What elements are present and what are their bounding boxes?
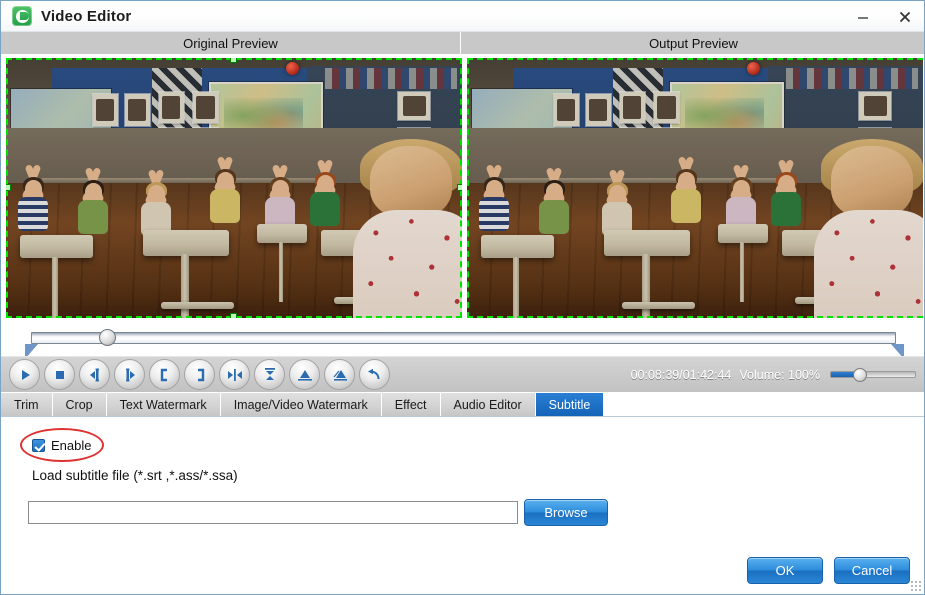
tab-audio-editor[interactable]: Audio Editor (440, 393, 536, 416)
classroom-scene-output (467, 58, 923, 318)
stop-icon (55, 370, 64, 379)
timeline-track[interactable] (31, 332, 896, 344)
play-icon (21, 369, 30, 380)
volume-label: Volume: 100% (739, 367, 820, 382)
browse-button[interactable]: Browse (524, 499, 608, 526)
bracket-left-icon (160, 368, 167, 381)
output-preview-pane[interactable] (467, 58, 923, 318)
subtitle-file-input[interactable] (28, 501, 518, 524)
set-start-point-button[interactable] (149, 359, 180, 390)
tab-trim[interactable]: Trim (1, 393, 53, 416)
time-volume-group: 00:08:39/01:42:44 Volume: 100% (631, 368, 916, 382)
next-frame-button[interactable] (114, 359, 145, 390)
snapshot-icon (297, 369, 312, 381)
load-subtitle-label: Load subtitle file (*.srt ,*.ass/*.ssa) (32, 468, 238, 483)
capture-icon (333, 369, 347, 381)
merge-button[interactable] (254, 359, 285, 390)
enable-label: Enable (51, 438, 92, 453)
timeline-area (1, 322, 924, 359)
playback-time: 00:08:39/01:42:44 (630, 367, 732, 382)
minimize-button[interactable] (842, 2, 884, 31)
tab-effect[interactable]: Effect (381, 393, 441, 416)
set-end-point-button[interactable] (184, 359, 215, 390)
stop-button[interactable] (44, 359, 75, 390)
merge-icon (264, 368, 275, 380)
bracket-right-icon (197, 368, 204, 381)
subtitle-panel: Enable Load subtitle file (*.srt ,*.ass/… (1, 416, 924, 594)
previous-frame-button[interactable] (79, 359, 110, 390)
dialog-footer-buttons: OK Cancel (747, 557, 910, 584)
player-toolbar: 00:08:39/01:42:44 Volume: 100% (1, 356, 924, 392)
volume-thumb[interactable] (852, 368, 867, 382)
enable-checkbox-row[interactable]: Enable (32, 438, 91, 453)
tab-crop[interactable]: Crop (52, 393, 107, 416)
editor-tabs: Trim Crop Text Watermark Image/Video Wat… (1, 393, 924, 416)
capture-button[interactable] (324, 359, 355, 390)
undo-arrow-icon (368, 368, 380, 379)
output-preview-label: Output Preview (461, 32, 924, 54)
undo-button[interactable] (359, 359, 390, 390)
subtitle-file-row: Browse (28, 499, 608, 526)
window-title: Video Editor (41, 7, 132, 25)
original-preview-label: Original Preview (1, 32, 461, 54)
split-icon (227, 368, 242, 381)
volume-slider[interactable] (830, 368, 916, 382)
classroom-scene-original (6, 58, 462, 318)
timeline-thumb[interactable] (99, 329, 116, 346)
original-preview-pane[interactable] (6, 58, 462, 318)
tab-image-video-watermark[interactable]: Image/Video Watermark (220, 393, 382, 416)
enable-checkbox[interactable] (32, 439, 45, 452)
resize-grip[interactable] (910, 580, 923, 593)
tab-text-watermark[interactable]: Text Watermark (106, 393, 221, 416)
ok-button[interactable]: OK (747, 557, 823, 584)
snapshot-button[interactable] (289, 359, 320, 390)
app-logo-icon (12, 6, 32, 26)
preview-area (1, 54, 924, 322)
previous-frame-icon (89, 368, 99, 381)
window-controls (842, 1, 924, 32)
video-editor-window: Video Editor Original Preview Output Pre… (0, 0, 925, 595)
titlebar: Video Editor (1, 1, 924, 32)
split-button[interactable] (219, 359, 250, 390)
next-frame-icon (125, 368, 135, 381)
play-button[interactable] (9, 359, 40, 390)
preview-header-bar: Original Preview Output Preview (1, 32, 924, 54)
cancel-button[interactable]: Cancel (834, 557, 910, 584)
tab-subtitle[interactable]: Subtitle (535, 393, 604, 416)
close-button[interactable] (884, 2, 924, 31)
